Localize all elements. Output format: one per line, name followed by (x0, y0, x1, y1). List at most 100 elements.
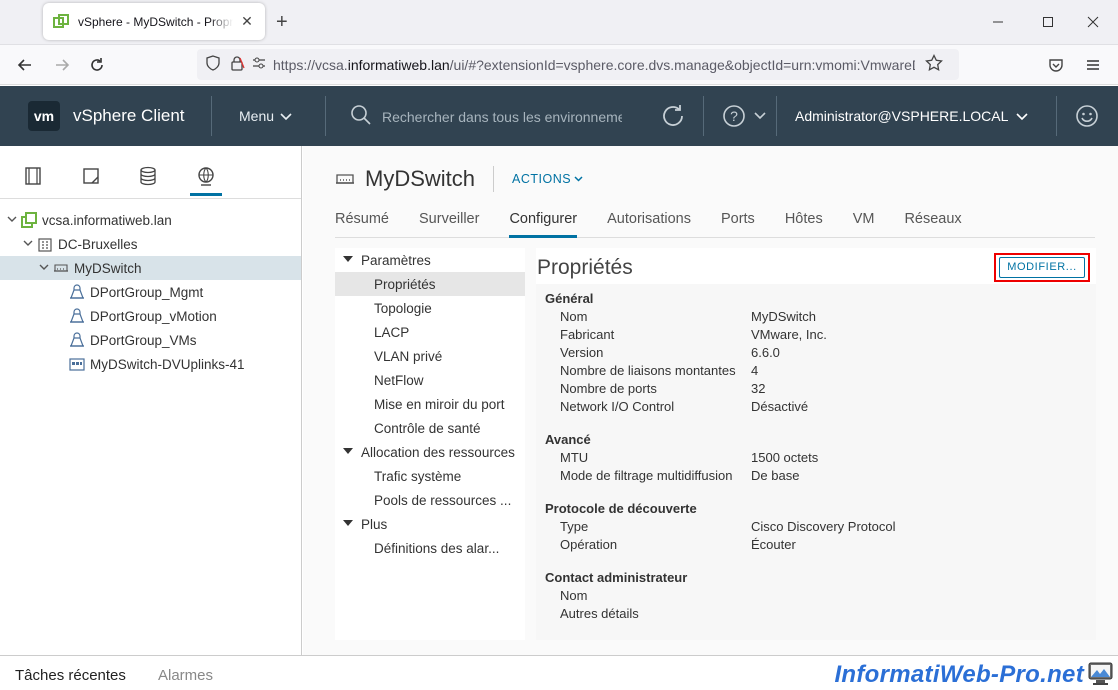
vms-templates-icon[interactable] (75, 158, 107, 196)
bottom-panel-bar: Tâches récentes Alarmes InformatiWeb-Pro… (0, 655, 1118, 690)
maximize-icon[interactable] (1038, 12, 1058, 32)
back-arrow-icon[interactable] (13, 53, 37, 77)
settings-item[interactable]: NetFlow (335, 368, 525, 392)
settings-item[interactable]: Topologie (335, 296, 525, 320)
tree-node[interactable]: vcsa.informatiweb.lan (0, 208, 301, 232)
new-tab-button[interactable]: + (276, 12, 288, 32)
object-header: MyDSwitch ACTIONS (335, 166, 583, 192)
minimize-icon[interactable] (988, 12, 1008, 32)
settings-item[interactable]: VLAN privé (335, 344, 525, 368)
property-row: Nombre de liaisons montantes 4 (536, 362, 1096, 380)
portgroup-icon (69, 332, 85, 348)
tree-node[interactable]: DC-Bruxelles (0, 232, 301, 256)
property-value: 6.6.0 (751, 345, 780, 360)
vcenter-icon (21, 212, 37, 228)
tree-expand-icon[interactable] (38, 263, 50, 273)
tree-node-label: vcsa.informatiweb.lan (42, 212, 172, 228)
tree-node[interactable]: DPortGroup_vMotion (0, 304, 301, 328)
storage-icon[interactable] (132, 158, 164, 196)
settings-group[interactable]: Plus (335, 512, 525, 536)
close-tab-icon[interactable]: ✕ (239, 13, 255, 30)
tree-node[interactable]: MyDSwitch-DVUplinks-41 (0, 352, 301, 376)
address-bar[interactable]: https://vcsa.informatiweb.lan/ui/#?exten… (197, 49, 959, 80)
settings-item-label: Contrôle de santé (374, 420, 481, 436)
tree-node-label: MyDSwitch-DVUplinks-41 (90, 356, 245, 372)
property-key: MTU (560, 450, 589, 465)
actions-menu-button[interactable]: ACTIONS (512, 172, 583, 186)
tree-expand-icon[interactable] (22, 239, 34, 249)
settings-item-label: VLAN privé (374, 348, 443, 364)
settings-item[interactable]: Propriétés (335, 272, 525, 296)
settings-item[interactable]: LACP (335, 320, 525, 344)
property-value: MyDSwitch (751, 309, 817, 324)
lock-icon[interactable] (229, 55, 245, 74)
main-content: MyDSwitch ACTIONS Résumé Surveiller Config… (303, 146, 1118, 655)
settings-item-label: Allocation des ressources (361, 444, 515, 460)
tree-node[interactable]: DPortGroup_Mgmt (0, 280, 301, 304)
forward-arrow-icon[interactable] (50, 53, 74, 77)
vm-logo[interactable]: vm (28, 101, 60, 131)
settings-item[interactable]: Définitions des alar... (335, 536, 525, 560)
search-input[interactable] (382, 108, 622, 125)
tree-node-label: DPortGroup_Mgmt (90, 284, 204, 300)
hamburger-menu-icon[interactable] (1081, 53, 1105, 77)
tab-configurer[interactable]: Configurer (509, 204, 578, 238)
settings-item-label: Mise en miroir du port (374, 396, 505, 412)
menu-label: Menu (239, 108, 275, 124)
edit-button[interactable]: MODIFIER... (999, 257, 1085, 278)
property-key: Nombre de liaisons montantes (560, 363, 736, 378)
reload-icon[interactable] (85, 53, 109, 77)
property-row: Type Cisco Discovery Protocol (536, 518, 1096, 536)
svg-text:?: ? (730, 108, 738, 124)
object-title: MyDSwitch (365, 166, 476, 191)
close-window-icon[interactable] (1083, 12, 1103, 32)
property-key: Version (560, 345, 604, 360)
user-menu[interactable]: Administrator@VSPHERE.LOCAL (795, 108, 1028, 124)
tab-autorisations[interactable]: Autorisations (607, 204, 691, 238)
browser-nav-bar: https://vcsa.informatiweb.lan/ui/#?exten… (0, 45, 1118, 85)
menu-dropdown[interactable]: Menu (239, 108, 292, 124)
tree-expand-icon[interactable] (6, 215, 18, 225)
tree-node[interactable]: MyDSwitch (0, 256, 301, 280)
recent-tasks-tab[interactable]: Tâches récentes (15, 667, 126, 684)
object-tabs: Résumé Surveiller Configurer Autorisations P… (335, 204, 1095, 238)
settings-item[interactable]: Contrôle de santé (335, 416, 525, 440)
bookmark-star-icon[interactable] (925, 53, 943, 75)
shield-icon[interactable] (205, 55, 221, 74)
settings-item[interactable]: Trafic système (335, 464, 525, 488)
tab-r-sum-[interactable]: Résumé (335, 204, 389, 238)
property-row: Opération Écouter (536, 536, 1096, 554)
property-key: Nom (560, 309, 588, 324)
tab-h-tes[interactable]: Hôtes (785, 204, 823, 238)
header-divider (1056, 96, 1057, 136)
refresh-icon[interactable] (659, 102, 687, 130)
browser-tab-strip: vSphere - MyDSwitch - Propriét ✕ + (0, 0, 1118, 45)
settings-item[interactable]: Pools de ressources ... (335, 488, 525, 512)
hosts-clusters-icon[interactable] (17, 158, 49, 196)
smiley-feedback-icon[interactable] (1073, 102, 1101, 130)
browser-tab[interactable]: vSphere - MyDSwitch - Propriét ✕ (43, 3, 265, 40)
tab-surveiller[interactable]: Surveiller (419, 204, 479, 238)
settings-menu: Paramètres Propriétés Topologie LACP VLAN pr… (335, 248, 525, 640)
alarms-tab[interactable]: Alarmes (158, 667, 213, 684)
networking-icon[interactable] (190, 158, 222, 196)
app-title[interactable]: vSphere Client (73, 106, 185, 126)
tab-vm[interactable]: VM (853, 204, 875, 238)
help-icon[interactable]: ? (720, 102, 748, 130)
pocket-icon[interactable] (1044, 53, 1068, 77)
property-key: Opération (560, 537, 618, 552)
watermark-text: InformatiWeb-Pro.net (834, 661, 1084, 688)
permissions-icon[interactable] (251, 55, 267, 74)
tree-node[interactable]: DPortGroup_VMs (0, 328, 301, 352)
tab-r-seaux[interactable]: Réseaux (904, 204, 961, 238)
settings-group[interactable]: Allocation des ressources (335, 440, 525, 464)
inventory-navigator: vcsa.informatiweb.lan DC-Bruxelles MyDSwit… (0, 146, 302, 655)
settings-item[interactable]: Mise en miroir du port (335, 392, 525, 416)
property-value (751, 605, 1096, 623)
settings-group[interactable]: Paramètres (335, 248, 525, 272)
help-chevron-down-icon[interactable] (746, 102, 774, 130)
header-divider (776, 96, 777, 136)
caret-down-icon (343, 519, 361, 529)
global-search[interactable] (350, 104, 622, 129)
tab-ports[interactable]: Ports (721, 204, 755, 238)
